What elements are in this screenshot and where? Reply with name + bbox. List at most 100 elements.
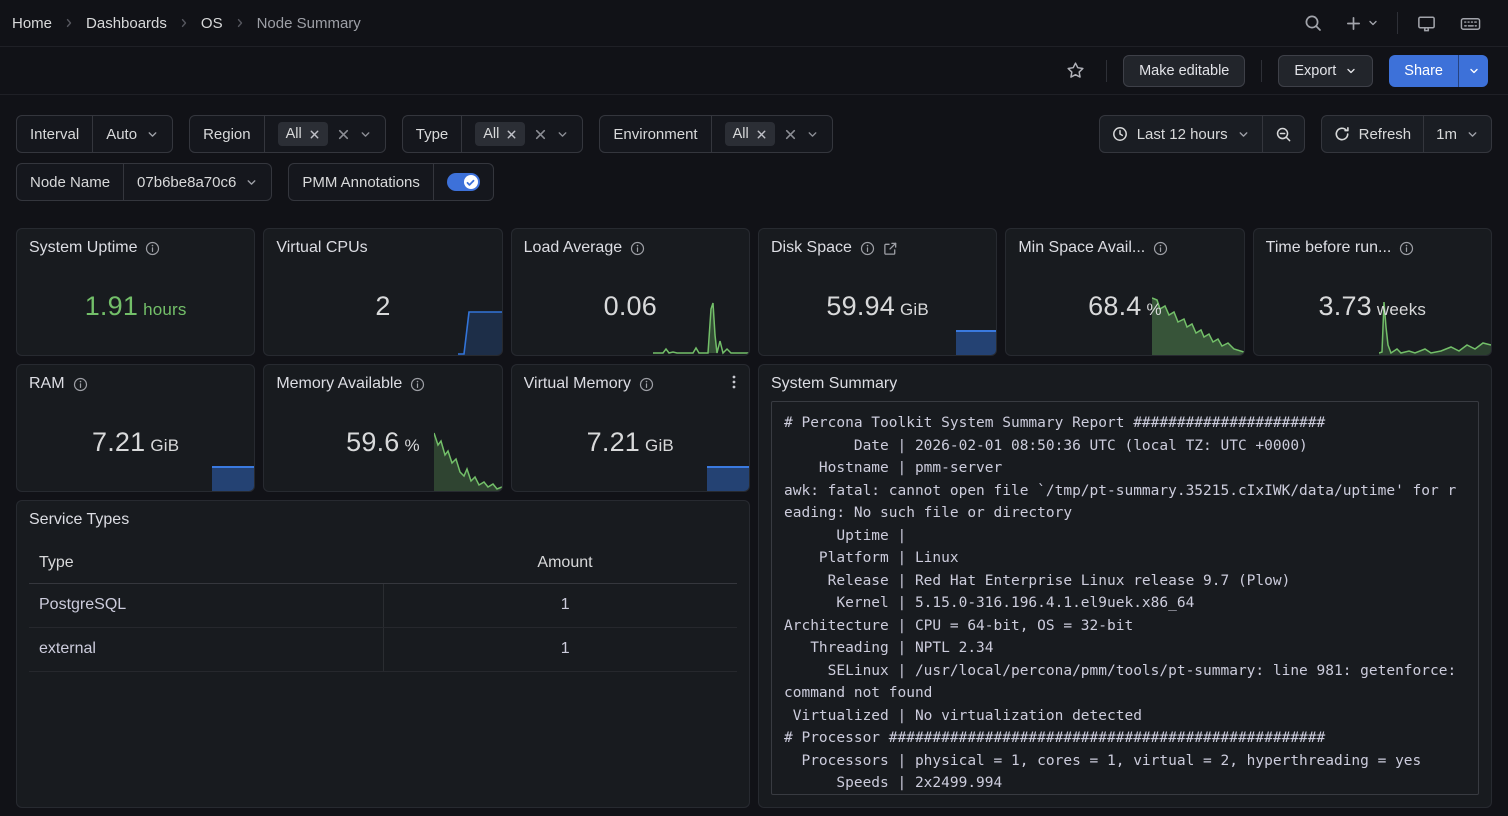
stat-value: 1.91hours (85, 291, 187, 322)
info-icon[interactable] (1399, 241, 1414, 256)
column-header-amount[interactable]: Amount (383, 543, 737, 583)
info-icon[interactable] (73, 377, 88, 392)
panel-time-before-run-out: Time before run... 3.73weeks (1253, 228, 1492, 356)
panel-title[interactable]: Time before run... (1266, 239, 1392, 257)
node-name-picker: Node Name 07b6be8a70c6 (16, 163, 272, 201)
pmm-annotations-toggle[interactable] (447, 173, 480, 191)
share-menu-button[interactable] (1458, 55, 1488, 87)
panel-title[interactable]: Service Types (29, 511, 129, 529)
refresh-picker: Refresh 1m (1321, 115, 1492, 153)
clear-all-icon[interactable] (784, 128, 797, 141)
interval-value: Auto (106, 126, 137, 143)
dashboard-toolbar: Make editable Export Share (0, 47, 1508, 95)
breadcrumb-home[interactable]: Home (12, 15, 52, 32)
stat-value: 0.06 (604, 291, 657, 322)
chevron-down-icon[interactable] (556, 128, 569, 141)
remove-chip-icon[interactable] (309, 129, 320, 140)
chevron-down-icon (1468, 65, 1480, 77)
time-range-picker: Last 12 hours (1099, 115, 1305, 153)
search-icon[interactable] (1299, 9, 1327, 37)
type-value-dropdown[interactable]: All (462, 116, 582, 152)
external-link-icon[interactable] (883, 241, 898, 256)
monitor-icon[interactable] (1412, 9, 1441, 38)
region-selected-chip[interactable]: All (278, 122, 328, 146)
plus-icon (1345, 15, 1362, 32)
chevron-right-icon (178, 17, 190, 29)
chevron-down-icon[interactable] (359, 128, 372, 141)
clock-icon (1112, 126, 1128, 142)
panel-title[interactable]: RAM (29, 375, 65, 393)
node-name-value-dropdown[interactable]: 07b6be8a70c6 (124, 164, 271, 200)
type-label: Type (403, 116, 463, 152)
zoom-out-icon (1275, 126, 1292, 143)
info-icon[interactable] (1153, 241, 1168, 256)
type-selected-chip[interactable]: All (475, 122, 525, 146)
top-nav-bar: Home Dashboards OS Node Summary (0, 0, 1508, 47)
environment-selected-chip[interactable]: All (725, 122, 775, 146)
panel-title[interactable]: System Uptime (29, 239, 137, 257)
cell-service-amount: 1 (383, 583, 737, 627)
panel-title[interactable]: Memory Available (276, 375, 402, 393)
keyboard-icon[interactable] (1455, 9, 1486, 38)
stat-value: 2 (375, 291, 390, 322)
chevron-right-icon (234, 17, 246, 29)
panel-title[interactable]: System Summary (771, 375, 897, 393)
panel-virtual-cpus: Virtual CPUs 2 (263, 228, 502, 356)
stat-panels-row-2: RAM 7.21GiB (16, 364, 750, 492)
pmm-annotations-toggle-wrap (434, 164, 493, 200)
share-button[interactable]: Share (1389, 55, 1458, 87)
panel-service-types: Service Types Type Amount PostgreSQL (16, 500, 750, 808)
export-label: Export (1294, 63, 1336, 79)
clear-all-icon[interactable] (337, 128, 350, 141)
panel-title[interactable]: Virtual Memory (524, 375, 631, 393)
star-icon[interactable] (1061, 56, 1090, 85)
panel-title[interactable]: Load Average (524, 239, 622, 257)
interval-value-dropdown[interactable]: Auto (93, 116, 172, 152)
refresh-icon (1334, 126, 1350, 142)
region-value-dropdown[interactable]: All (265, 116, 385, 152)
info-icon[interactable] (410, 377, 425, 392)
refresh-button[interactable]: Refresh (1322, 116, 1424, 152)
node-name-label: Node Name (17, 164, 124, 200)
clear-all-icon[interactable] (534, 128, 547, 141)
system-summary-text: # Percona Toolkit System Summary Report … (771, 401, 1479, 795)
stat-value: 59.6% (346, 427, 420, 458)
breadcrumb-os[interactable]: OS (201, 15, 223, 32)
info-icon[interactable] (860, 241, 875, 256)
zoom-out-time-button[interactable] (1262, 116, 1304, 152)
stat-value: 3.73weeks (1319, 291, 1427, 322)
export-button[interactable]: Export (1278, 55, 1373, 87)
add-new-button[interactable] (1341, 11, 1383, 36)
panel-title[interactable]: Virtual CPUs (276, 239, 367, 257)
chevron-down-icon (1237, 128, 1250, 141)
info-icon[interactable] (145, 241, 160, 256)
breadcrumb-dashboards[interactable]: Dashboards (86, 15, 167, 32)
cell-service-type: PostgreSQL (29, 583, 383, 627)
panel-system-summary: System Summary # Percona Toolkit System … (758, 364, 1492, 808)
service-types-table: Type Amount PostgreSQL 1 external (29, 543, 737, 672)
info-icon[interactable] (639, 377, 654, 392)
chevron-right-icon (63, 17, 75, 29)
stat-panels-row: System Uptime 1.91hours Virtual CPUs 2 (16, 228, 1492, 356)
panel-virtual-memory: Virtual Memory 7.21GiB (511, 364, 750, 492)
environment-value-dropdown[interactable]: All (712, 116, 832, 152)
stat-value: 7.21GiB (587, 427, 674, 458)
chevron-down-icon[interactable] (806, 128, 819, 141)
refresh-interval-dropdown[interactable]: 1m (1423, 116, 1491, 152)
panel-title[interactable]: Min Space Avail... (1018, 239, 1145, 257)
chevron-down-icon (146, 128, 159, 141)
panel-menu-icon[interactable] (726, 374, 742, 395)
chevron-down-icon (1466, 128, 1479, 141)
stat-value: 59.94GiB (826, 291, 929, 322)
time-range-button[interactable]: Last 12 hours (1100, 116, 1262, 152)
breadcrumb: Home Dashboards OS Node Summary (12, 15, 361, 32)
cell-service-type: external (29, 627, 383, 671)
chevron-down-icon (245, 176, 258, 189)
panel-title[interactable]: Disk Space (771, 239, 852, 257)
chip-label: All (286, 126, 302, 142)
remove-chip-icon[interactable] (756, 129, 767, 140)
make-editable-button[interactable]: Make editable (1123, 55, 1245, 87)
info-icon[interactable] (630, 241, 645, 256)
remove-chip-icon[interactable] (506, 129, 517, 140)
column-header-type[interactable]: Type (29, 543, 383, 583)
